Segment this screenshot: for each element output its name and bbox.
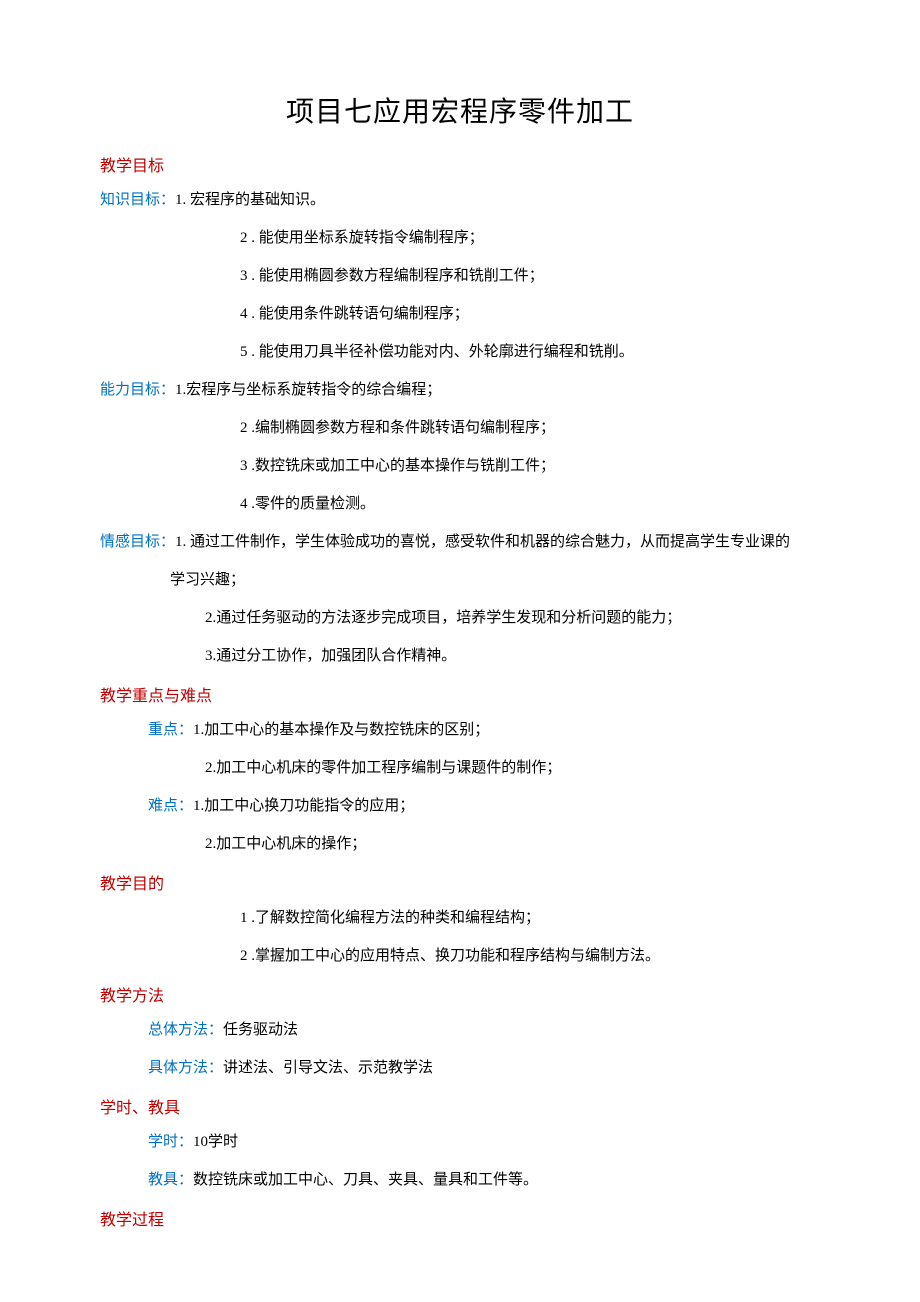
method-specific-text: 讲述法、引导文法、示范教学法	[223, 1060, 433, 1076]
difficulty-item-2: 2.加工中心机床的操作；	[100, 832, 820, 856]
knowledge-goal-label: 知识目标：	[100, 192, 175, 208]
purpose-item-2: 2 .掌握加工中心的应用特点、换刀功能和程序结构与编制方法。	[100, 944, 820, 968]
section-keypoints-heading: 教学重点与难点	[100, 682, 820, 706]
tools-text: 数控铣床或加工中心、刀具、夹具、量具和工件等。	[193, 1172, 538, 1188]
emotion-goal-item-1a: 1. 通过工件制作，学生体验成功的喜悦，感受软件和机器的综合魅力，从而提高学生专…	[175, 534, 790, 550]
ability-goal-label: 能力目标：	[100, 382, 175, 398]
keypoint-line: 重点：1.加工中心的基本操作及与数控铣床的区别；	[100, 718, 820, 742]
section-methods-heading: 教学方法	[100, 982, 820, 1006]
method-specific-line: 具体方法：讲述法、引导文法、示范教学法	[100, 1056, 820, 1080]
hours-line: 学时：10学时	[100, 1130, 820, 1154]
knowledge-goal-line: 知识目标：1. 宏程序的基础知识。	[100, 188, 820, 212]
emotion-goal-label: 情感目标：	[100, 534, 175, 550]
keypoint-label: 重点：	[148, 722, 193, 738]
emotion-goal-item-3: 3.通过分工协作，加强团队合作精神。	[100, 644, 820, 668]
section-process-heading: 教学过程	[100, 1206, 820, 1230]
knowledge-goal-item-2: 2 . 能使用坐标系旋转指令编制程序；	[100, 226, 820, 250]
emotion-goal-item-2: 2.通过任务驱动的方法逐步完成项目，培养学生发现和分析问题的能力；	[100, 606, 820, 630]
section-hours-heading: 学时、教具	[100, 1094, 820, 1118]
hours-label: 学时：	[148, 1134, 193, 1150]
purpose-item-1: 1 .了解数控简化编程方法的种类和编程结构；	[100, 906, 820, 930]
method-overall-line: 总体方法：任务驱动法	[100, 1018, 820, 1042]
section-purpose-heading: 教学目的	[100, 870, 820, 894]
keypoint-item-1: 1.加工中心的基本操作及与数控铣床的区别；	[193, 722, 489, 738]
method-overall-label: 总体方法：	[148, 1022, 223, 1038]
method-specific-label: 具体方法：	[148, 1060, 223, 1076]
emotion-goal-line: 情感目标：1. 通过工件制作，学生体验成功的喜悦，感受软件和机器的综合魅力，从而…	[100, 530, 820, 554]
ability-goal-line: 能力目标：1.宏程序与坐标系旋转指令的综合编程；	[100, 378, 820, 402]
knowledge-goal-item-5: 5 . 能使用刀具半径补偿功能对内、外轮廓进行编程和铣削。	[100, 340, 820, 364]
ability-goal-item-2: 2 .编制椭圆参数方程和条件跳转语句编制程序；	[100, 416, 820, 440]
tools-label: 教具：	[148, 1172, 193, 1188]
knowledge-goal-item-1: 1. 宏程序的基础知识。	[175, 192, 325, 208]
keypoint-item-2: 2.加工中心机床的零件加工程序编制与课题件的制作；	[100, 756, 820, 780]
document-page: 项目七应用宏程序零件加工 教学目标 知识目标：1. 宏程序的基础知识。 2 . …	[0, 0, 920, 1302]
ability-goal-item-1: 1.宏程序与坐标系旋转指令的综合编程；	[175, 382, 441, 398]
tools-line: 教具：数控铣床或加工中心、刀具、夹具、量具和工件等。	[100, 1168, 820, 1192]
difficulty-item-1: 1.加工中心换刀功能指令的应用；	[193, 798, 414, 814]
page-title: 项目七应用宏程序零件加工	[100, 90, 820, 130]
knowledge-goal-item-3: 3 . 能使用椭圆参数方程编制程序和铣削工件；	[100, 264, 820, 288]
emotion-goal-item-1b: 学习兴趣；	[100, 568, 820, 592]
section-goals-heading: 教学目标	[100, 152, 820, 176]
ability-goal-item-3: 3 .数控铣床或加工中心的基本操作与铣削工件；	[100, 454, 820, 478]
difficulty-line: 难点：1.加工中心换刀功能指令的应用；	[100, 794, 820, 818]
knowledge-goal-item-4: 4 . 能使用条件跳转语句编制程序；	[100, 302, 820, 326]
hours-text: 10学时	[193, 1134, 238, 1150]
method-overall-text: 任务驱动法	[223, 1022, 298, 1038]
ability-goal-item-4: 4 .零件的质量检测。	[100, 492, 820, 516]
difficulty-label: 难点：	[148, 798, 193, 814]
